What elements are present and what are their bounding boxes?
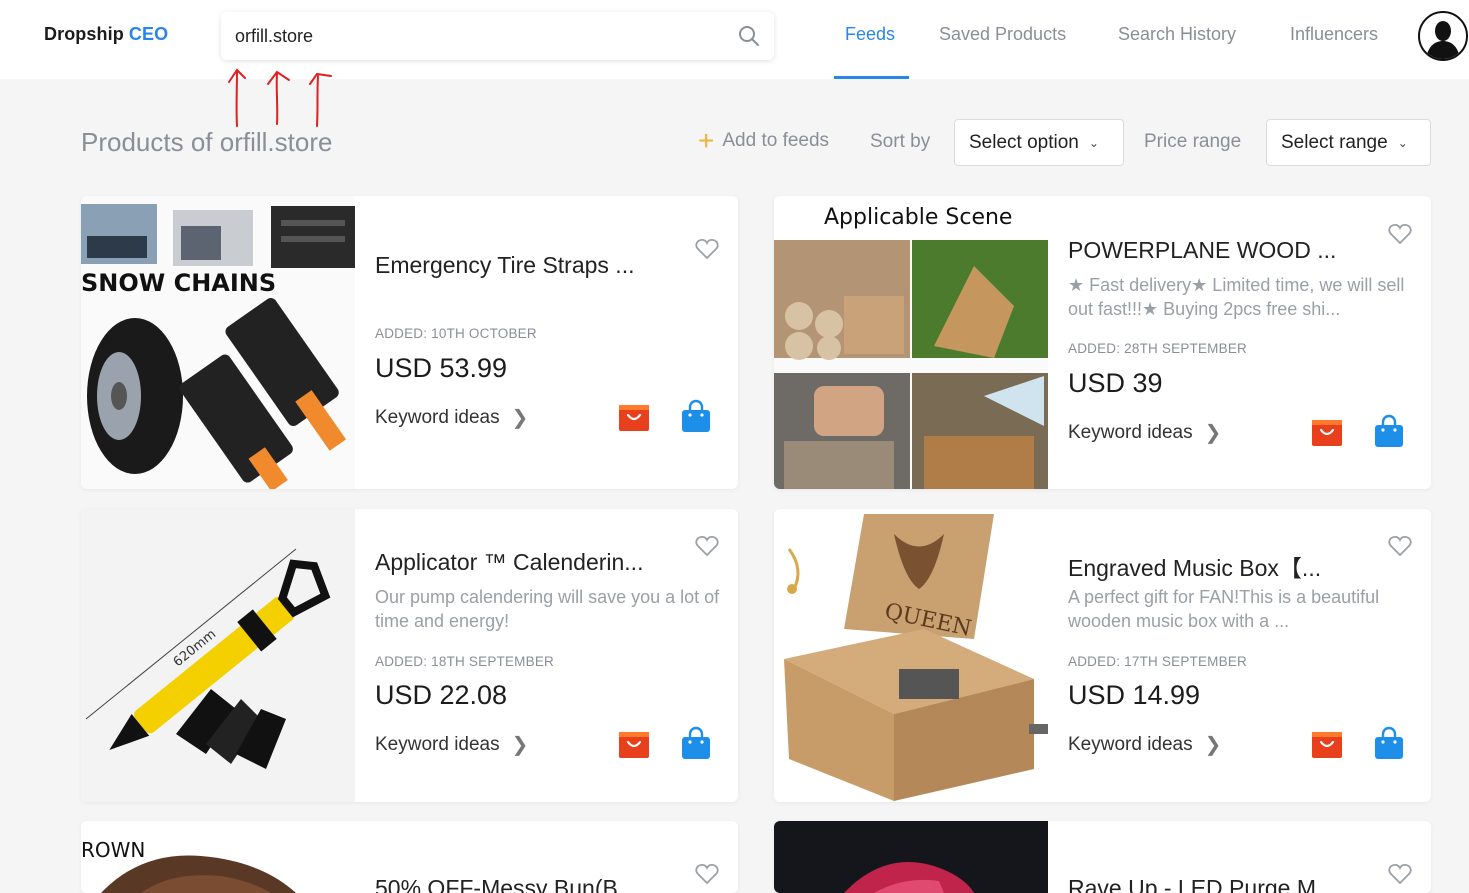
search-input[interactable] [235, 12, 725, 60]
nav-influencers[interactable]: Influencers [1290, 24, 1378, 45]
product-title[interactable]: POWERPLANE WOOD ... [1068, 237, 1368, 264]
product-price: USD 14.99 [1068, 680, 1201, 710]
product-description: A perfect gift for FAN!This is a beautif… [1068, 587, 1380, 631]
image-caption: Applicable Scene [824, 205, 1012, 230]
product-image[interactable]: ROWN [81, 821, 355, 893]
image-caption: SNOW CHAINS [81, 269, 276, 297]
keyword-ideas-label: Keyword ideas [1068, 421, 1193, 443]
product-price: USD 53.99 [375, 353, 508, 383]
user-silhouette-icon [1426, 21, 1460, 59]
keyword-ideas-link[interactable]: Keyword ideas ❯ [1068, 420, 1221, 445]
top-header: Dropship CEO Feeds Saved Products Search… [0, 0, 1469, 79]
nav-feeds[interactable]: Feeds [845, 24, 895, 45]
product-description: ★ Fast delivery★ Limited time, we will s… [1068, 275, 1405, 319]
page-title: Products of orfill.store [81, 127, 333, 157]
nav-saved-products[interactable]: Saved Products [939, 24, 1066, 45]
product-card[interactable]: 620mm Applicator ™ Calenderin... Our pum… [81, 509, 738, 802]
product-title[interactable]: Rave Up - LED Purge M... [1068, 875, 1368, 893]
product-card[interactable]: Rave Up - LED Purge M... [774, 821, 1431, 893]
product-card[interactable]: QUEEN Engraved Music Box【... A perfect g… [774, 509, 1431, 802]
search-icon[interactable] [738, 25, 760, 47]
logo-accent: CEO [128, 24, 169, 44]
product-price: USD 39 [1068, 368, 1163, 398]
added-date: ADDED: 10TH OCTOBER [375, 326, 537, 341]
price-range-label: Price range [1144, 131, 1242, 152]
chevron-right-icon: ❯ [511, 407, 529, 429]
add-to-feeds-label: Add to feeds [722, 130, 830, 151]
product-title[interactable]: Applicator ™ Calenderin... [375, 549, 675, 576]
heart-icon[interactable] [695, 863, 719, 885]
keyword-ideas-label: Keyword ideas [375, 733, 500, 755]
shopping-bag-icon[interactable] [680, 726, 712, 760]
chevron-right-icon: ❯ [511, 734, 529, 756]
nav-search-history[interactable]: Search History [1118, 24, 1236, 45]
sort-by-label: Sort by [870, 131, 931, 152]
chevron-down-icon: ⌄ [1397, 135, 1408, 150]
product-image[interactable]: Applicable Scene [774, 196, 1048, 489]
logo-main: Dropship [44, 24, 124, 44]
shopping-bag-icon[interactable] [1373, 726, 1405, 760]
heart-icon[interactable] [695, 535, 719, 557]
search-bar [221, 12, 774, 60]
product-image[interactable]: 620mm [81, 509, 355, 802]
product-title[interactable]: Emergency Tire Straps ... [375, 252, 675, 279]
heart-icon[interactable] [1388, 863, 1412, 885]
keyword-ideas-link[interactable]: Keyword ideas ❯ [375, 732, 528, 757]
product-image[interactable]: SNOW CHAINS [81, 196, 355, 489]
chevron-right-icon: ❯ [1204, 734, 1222, 756]
product-card[interactable]: Applicable Scene POWERPLANE WOOD ... ★ F… [774, 196, 1431, 489]
aliexpress-icon[interactable] [1311, 416, 1343, 448]
product-card[interactable]: SNOW CHAINS Emergency Tire Straps ... AD… [81, 196, 738, 489]
aliexpress-icon[interactable] [1311, 728, 1343, 760]
product-title[interactable]: Engraved Music Box【... [1068, 549, 1368, 583]
shopping-bag-icon[interactable] [680, 399, 712, 433]
added-date: ADDED: 17TH SEPTEMBER [1068, 654, 1247, 669]
heart-icon[interactable] [695, 238, 719, 260]
shopping-bag-icon[interactable] [1373, 414, 1405, 448]
chevron-right-icon: ❯ [1204, 422, 1222, 444]
keyword-ideas-label: Keyword ideas [375, 406, 500, 428]
price-range-select[interactable]: Select range ⌄ [1266, 119, 1431, 166]
product-card[interactable]: ROWN 50% OFF-Messy Bun(B... [81, 821, 738, 893]
chevron-down-icon: ⌄ [1088, 135, 1099, 150]
heart-icon[interactable] [1388, 223, 1412, 245]
keyword-ideas-link[interactable]: Keyword ideas ❯ [1068, 732, 1221, 757]
added-date: ADDED: 28TH SEPTEMBER [1068, 341, 1247, 356]
image-caption: ROWN [81, 838, 145, 862]
add-to-feeds-button[interactable]: + Add to feeds [698, 125, 830, 156]
product-description: Our pump calendering will save you a lot… [375, 587, 720, 631]
sort-select[interactable]: Select option ⌄ [954, 119, 1124, 166]
annotation-arrows [228, 68, 332, 127]
product-title[interactable]: 50% OFF-Messy Bun(B... [375, 875, 675, 893]
product-price: USD 22.08 [375, 680, 508, 710]
added-date: ADDED: 18TH SEPTEMBER [375, 654, 554, 669]
keyword-ideas-link[interactable]: Keyword ideas ❯ [375, 405, 528, 430]
product-image[interactable]: QUEEN [774, 509, 1048, 802]
user-avatar[interactable] [1418, 11, 1468, 61]
heart-icon[interactable] [1388, 535, 1412, 557]
price-range-select-value: Select range [1281, 131, 1388, 153]
keyword-ideas-label: Keyword ideas [1068, 733, 1193, 755]
aliexpress-icon[interactable] [618, 401, 650, 433]
app-logo[interactable]: Dropship CEO [44, 24, 168, 45]
nav-active-indicator [834, 76, 909, 79]
sort-select-value: Select option [969, 131, 1079, 153]
aliexpress-icon[interactable] [618, 728, 650, 760]
product-image[interactable] [774, 821, 1048, 893]
plus-icon: + [698, 125, 715, 156]
